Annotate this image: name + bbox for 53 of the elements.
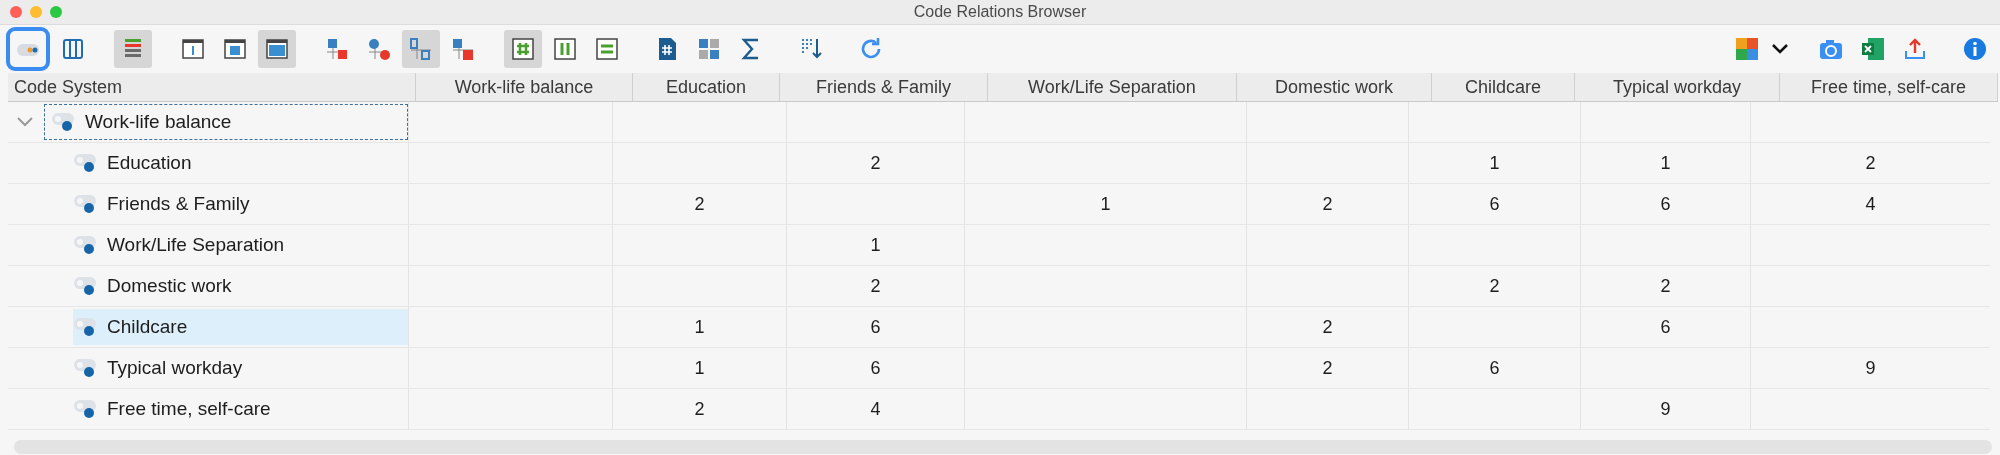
table-cell: 2 [1750, 143, 1990, 183]
column-header[interactable]: Childcare [1432, 73, 1575, 101]
toolbar-button[interactable] [258, 30, 296, 68]
window-title: Code Relations Browser [913, 3, 1087, 21]
tree-item[interactable]: Friends & Family [73, 186, 408, 222]
table-cell: 2 [786, 143, 964, 183]
tree-item[interactable]: Childcare [73, 309, 408, 345]
chevron-icon[interactable] [16, 116, 34, 128]
table-cell: 6 [1580, 307, 1750, 347]
hash-grid-icon [509, 35, 537, 63]
table-cell: 2 [1246, 348, 1408, 388]
table-cell: 1 [612, 307, 786, 347]
table-cell: 2 [1246, 184, 1408, 224]
column-header[interactable]: Free time, self-care [1780, 73, 1998, 101]
column-header[interactable]: Education [633, 73, 780, 101]
table-cell: 9 [1580, 389, 1750, 429]
tree-item[interactable]: Domestic work [73, 268, 408, 304]
table-cell: 6 [786, 348, 964, 388]
close-button[interactable] [10, 6, 22, 18]
spreadsheet-icon [1859, 35, 1887, 63]
table-cell: 2 [612, 389, 786, 429]
bars-grid-icon [551, 35, 579, 63]
table-cell: 6 [786, 307, 964, 347]
tree-item[interactable]: Education [73, 145, 408, 181]
column-header[interactable]: Domestic work [1237, 73, 1432, 101]
tree-item[interactable]: Typical workday [73, 350, 408, 386]
info-icon [1961, 35, 1989, 63]
column-header[interactable]: Friends & Family [780, 73, 988, 101]
table-cell: 2 [1408, 266, 1580, 306]
table-cell: 1 [964, 184, 1246, 224]
table-cell: 1 [1408, 143, 1580, 183]
table-cell: 2 [786, 266, 964, 306]
column-header[interactable]: Typical workday [1575, 73, 1780, 101]
table-cell: 1 [612, 348, 786, 388]
table-cell: 6 [1408, 184, 1580, 224]
table-cell: 2 [612, 184, 786, 224]
table-cell: 1 [1580, 143, 1750, 183]
column-header[interactable]: Work-life balance [416, 73, 633, 101]
table-cell: 2 [1246, 307, 1408, 347]
column-header[interactable]: Work/Life Separation [988, 73, 1237, 101]
tree-item[interactable]: Work/Life Separation [73, 227, 408, 263]
table-cell: 4 [1750, 184, 1990, 224]
table-cell: 6 [1408, 348, 1580, 388]
table-cell: 1 [786, 225, 964, 265]
table-cell: 4 [786, 389, 964, 429]
tree-item[interactable]: Free time, self-care [73, 391, 408, 427]
tree-item[interactable]: Work-life balance [44, 104, 408, 140]
table-cell: 2 [1580, 266, 1750, 306]
column-header[interactable]: Code System [8, 73, 416, 101]
table-cell: 9 [1750, 348, 1990, 388]
table-cell: 6 [1580, 184, 1750, 224]
lines-grid-icon [593, 35, 621, 63]
puzzle-icon [1733, 35, 1761, 63]
